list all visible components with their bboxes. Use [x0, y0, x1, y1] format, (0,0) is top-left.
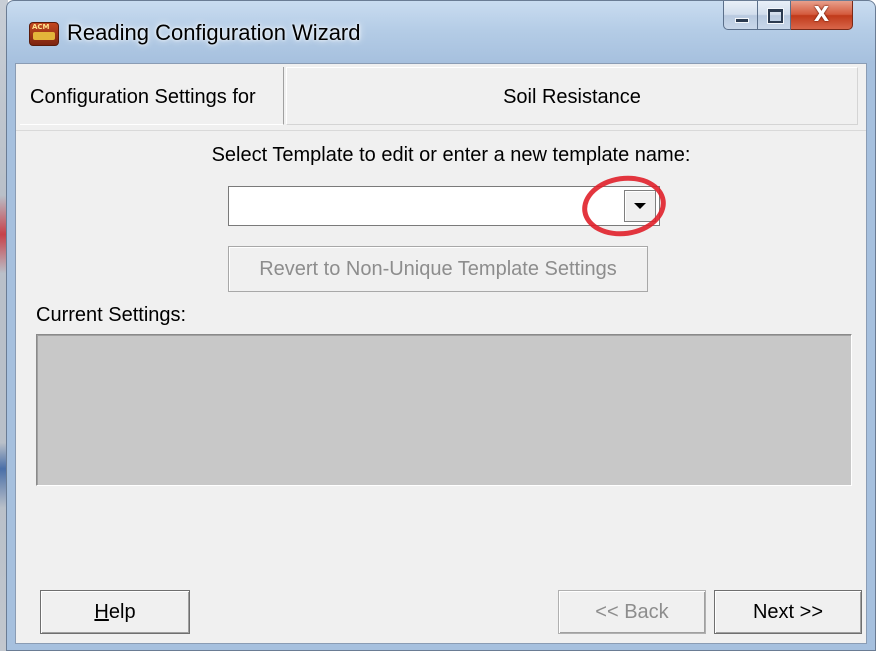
config-target-value: Soil Resistance: [503, 86, 641, 108]
minimize-icon: [735, 18, 749, 23]
help-button[interactable]: Help: [40, 590, 190, 634]
config-header: Configuration Settings for Soil Resistan…: [16, 64, 866, 131]
app-logo-icon: ACM: [29, 22, 59, 46]
revert-template-button[interactable]: Revert to Non-Unique Template Settings: [228, 246, 648, 292]
next-button[interactable]: Next >>: [714, 590, 862, 634]
config-settings-label: Configuration Settings for: [30, 86, 256, 108]
config-label-cell: Configuration Settings for: [20, 67, 284, 125]
back-button[interactable]: << Back: [558, 590, 706, 634]
annotation-highlight-circle: [578, 170, 670, 242]
close-button[interactable]: X: [791, 1, 853, 30]
minimize-button[interactable]: [723, 1, 757, 30]
app-logo-text: ACM: [32, 23, 50, 31]
title-bar[interactable]: ACM Reading Configuration Wizard X: [7, 1, 875, 63]
close-icon: X: [813, 2, 830, 26]
config-value-cell: Soil Resistance: [286, 67, 858, 125]
current-settings-label: Current Settings:: [36, 304, 187, 326]
template-name-input[interactable]: [233, 191, 597, 223]
help-label: elp: [108, 601, 136, 623]
caption-buttons: X: [723, 1, 853, 30]
dialog-client-area: Configuration Settings for Soil Resistan…: [15, 63, 867, 644]
maximize-button[interactable]: [757, 1, 791, 30]
current-settings-panel: [36, 334, 852, 486]
help-mnemonic: H: [94, 601, 109, 623]
window-title: Reading Configuration Wizard: [67, 20, 361, 45]
maximize-icon: [768, 9, 783, 23]
template-prompt: Select Template to edit or enter a new t…: [211, 144, 691, 166]
wizard-window: ACM Reading Configuration Wizard X Confi…: [6, 0, 876, 651]
